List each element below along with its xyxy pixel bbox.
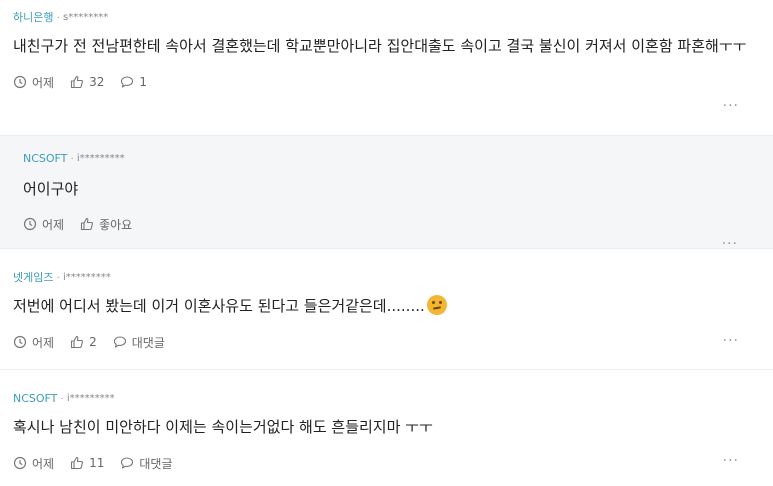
comment-actions: 어제 11 대댓글 [13,454,773,472]
timestamp: 어제 [13,455,54,472]
meta-separator: · [70,152,74,165]
like-count: 2 [89,335,97,349]
more-options-icon[interactable]: ··· [723,333,739,349]
like-button[interactable]: 2 [70,335,97,349]
like-count: 11 [89,456,105,470]
clock-icon [13,75,27,89]
reply-button[interactable]: 1 [120,75,147,89]
comment-actions: 어제 32 1 [13,73,773,91]
thinking-face-icon [426,295,447,315]
author-name[interactable]: NCSOFT [13,392,57,406]
author-name[interactable]: 하니은행 [13,11,53,25]
user-id: i********* [62,272,111,283]
more-options-icon[interactable]: ··· [723,98,739,114]
like-button[interactable]: 11 [70,456,104,470]
like-button[interactable]: 좋아요 [80,216,132,233]
reply-button[interactable]: 대댓글 [120,455,173,472]
speech-bubble-icon [121,457,134,469]
like-button[interactable]: 32 [70,75,104,89]
clock-icon [13,335,27,349]
more-options-icon[interactable]: ··· [723,453,739,469]
timestamp: 어제 [23,216,64,233]
timestamp-label: 어제 [32,75,55,90]
comment-meta: 하니은행 · s******** [13,11,773,25]
thumbs-up-icon [71,456,84,470]
comment-meta: 넷게임즈 · i********* [13,271,773,285]
clock-icon [23,217,37,231]
timestamp-label: 어제 [32,456,55,471]
comment-text: 혹시나 남친이 미안하다 이제는 속이는거없다 해도 흔들리지마 ㅜㅜ [13,418,433,436]
like-count: 32 [89,75,105,89]
speech-bubble-icon [121,76,134,88]
comment-text-body: 저번에 어디서 봤는데 이거 이혼사유도 된다고 들은거같은데........ [13,297,425,315]
clock-icon [13,456,27,470]
comment-item: 넷게임즈 · i********* 저번에 어디서 봤는데 이거 이혼사유도 된… [0,249,773,370]
reply-button[interactable]: 대댓글 [113,334,165,351]
timestamp: 어제 [13,74,54,91]
timestamp-label: 어제 [42,217,65,232]
comment-item: 하니은행 · s******** 내친구가 전 전남편한테 속아서 결혼했는데 … [0,0,773,136]
meta-separator: · [56,11,60,24]
thumbs-up-icon [81,217,94,231]
comment-actions: 어제 좋아요 [23,215,773,233]
user-id: i********* [76,153,125,164]
timestamp: 어제 [13,334,54,351]
comment-text: 내친구가 전 전남편한테 속아서 결혼했는데 학교뿐만아니라 집안대출도 속이고… [13,37,747,55]
speech-bubble-icon [113,336,126,348]
reply-label: 대댓글 [131,335,165,350]
meta-separator: · [56,271,60,284]
timestamp-label: 어제 [32,335,55,350]
comment-meta: NCSOFT · i********* [13,392,773,406]
comment-text: 저번에 어디서 봤는데 이거 이혼사유도 된다고 들은거같은데........ [13,293,748,319]
author-name[interactable]: 넷게임즈 [13,271,53,285]
meta-separator: · [60,392,64,405]
comment-text: 어이구야 [23,180,79,198]
user-id: s******** [62,12,109,23]
comment-item: NCSOFT · i********* 혹시나 남친이 미안하다 이제는 속이는… [0,370,773,486]
reply-label: 대댓글 [139,456,173,471]
user-id: i********* [66,393,115,404]
reply-item: NCSOFT · i********* 어이구야 어제 좋아요 ··· [0,136,773,252]
thumbs-up-icon [71,335,84,349]
comment-meta: NCSOFT · i********* [23,152,773,166]
like-label: 좋아요 [99,217,133,232]
thumbs-up-icon [71,75,84,89]
comment-actions: 어제 2 대댓글 [13,333,773,351]
reply-count: 1 [139,75,148,89]
author-name[interactable]: NCSOFT [23,152,67,166]
